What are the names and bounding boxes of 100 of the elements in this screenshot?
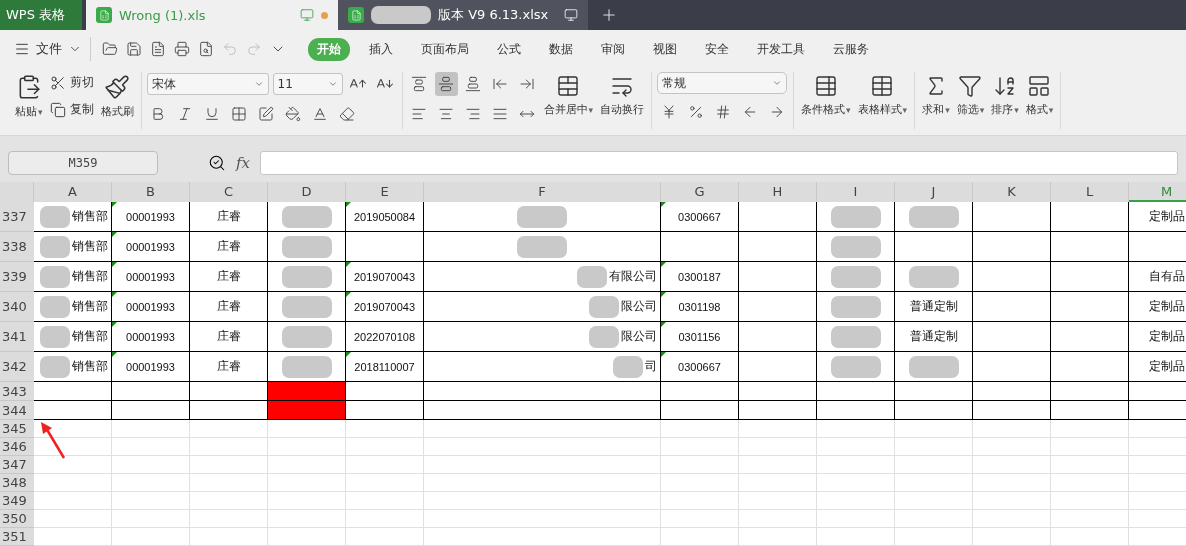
row-header[interactable]: 342: [0, 352, 34, 382]
file-tab[interactable]: 版本 V9 6.13.xlsx: [338, 0, 588, 30]
merge-cells-icon: [556, 74, 581, 98]
save-icon: [126, 41, 142, 57]
cell-text: 限公司: [621, 298, 657, 315]
cell-text: 普通定制: [909, 328, 958, 345]
ribbon-tab[interactable]: 插入: [360, 37, 402, 61]
zoom-icon: [208, 154, 226, 172]
dropdown-caret: ▾: [902, 104, 908, 115]
chevron-down-icon: [772, 78, 783, 88]
fill-color-icon: [285, 106, 302, 122]
row-header[interactable]: 347: [0, 456, 34, 474]
column-header[interactable]: H: [739, 182, 817, 202]
ribbon-tab[interactable]: 审阅: [592, 37, 634, 61]
monitor-icon: [564, 8, 578, 22]
row-header[interactable]: 338: [0, 232, 34, 262]
app-tab[interactable]: WPS 表格: [0, 0, 82, 30]
cell-text: 0300667: [678, 210, 721, 223]
name-box[interactable]: M359: [8, 151, 158, 175]
cell-text: 00001993: [126, 210, 175, 223]
format-painter-button[interactable]: 格式刷: [98, 72, 136, 121]
cell-text: 自有品: [1148, 268, 1185, 285]
conditional-format-button[interactable]: 条件格式▾: [799, 72, 853, 119]
wrap-text-button[interactable]: 自动换行: [598, 72, 647, 119]
ribbon-tab[interactable]: 开发工具: [748, 37, 814, 61]
dropdown-caret: ▾: [1048, 104, 1054, 115]
ribbon-tab[interactable]: 云服务: [824, 37, 878, 61]
number-format-select[interactable]: 常规: [657, 72, 788, 94]
ribbon-tab[interactable]: 公式: [488, 37, 530, 61]
redo-icon: [246, 41, 262, 57]
column-header[interactable]: F: [424, 182, 661, 202]
column-header[interactable]: A: [34, 182, 112, 202]
file-menu[interactable]: 文件: [14, 37, 91, 61]
ribbon-tab[interactable]: 页面布局: [412, 37, 478, 61]
ribbon-tab[interactable]: 数据: [540, 37, 582, 61]
align-icon: [438, 76, 455, 92]
cell-text: 2022070108: [353, 330, 416, 343]
eraser-icon: [339, 106, 356, 122]
row-header[interactable]: 350: [0, 510, 34, 528]
cell-text: 庄睿: [216, 238, 241, 255]
column-header[interactable]: C: [190, 182, 268, 202]
column-header[interactable]: I: [817, 182, 895, 202]
cell-text: 销售部: [72, 328, 108, 345]
percent-icon: [687, 104, 704, 120]
tab-label: Wrong (1).xls: [119, 7, 206, 23]
ribbon-tab[interactable]: 安全: [696, 37, 738, 61]
cell-text: 销售部: [72, 238, 108, 255]
column-header[interactable]: D: [268, 182, 346, 202]
font-size-select[interactable]: 11: [272, 73, 343, 95]
column-header[interactable]: J: [895, 182, 973, 202]
cell-text: 0301156: [678, 330, 721, 343]
cell-text: 0301198: [678, 300, 721, 313]
cell-text: 庄睿: [216, 298, 241, 315]
font-select[interactable]: 宋体: [146, 73, 269, 95]
row-header[interactable]: 340: [0, 292, 34, 322]
underline-icon: [204, 106, 221, 122]
cell-text: 00001993: [126, 300, 175, 313]
merge-center-button[interactable]: 合并居中▾: [541, 72, 596, 119]
row-header[interactable]: 349: [0, 492, 34, 510]
row-header[interactable]: 344: [0, 401, 34, 420]
ribbon-tab[interactable]: 视图: [644, 37, 686, 61]
copy-icon: [49, 101, 66, 118]
cell-text: 2019070043: [353, 300, 416, 313]
indent-icon: [519, 76, 536, 92]
column-header[interactable]: L: [1051, 182, 1129, 202]
menu-icon: [14, 41, 30, 57]
sort-button[interactable]: 排序▾: [989, 72, 1021, 119]
cell-text: 庄睿: [216, 328, 241, 345]
column-header[interactable]: E: [346, 182, 424, 202]
paste-button[interactable]: 粘贴▾: [13, 72, 45, 121]
column-header[interactable]: K: [973, 182, 1051, 202]
sum-button[interactable]: 求和▾: [920, 72, 952, 119]
cut-button[interactable]: 剪切: [47, 72, 96, 93]
filter-button[interactable]: 筛选▾: [954, 72, 987, 119]
borders-icon: [231, 106, 248, 122]
format-button[interactable]: 格式▾: [1023, 72, 1056, 119]
row-header[interactable]: 339: [0, 262, 34, 292]
row-header[interactable]: 341: [0, 322, 34, 352]
align-icon: [465, 76, 482, 92]
column-header[interactable]: B: [112, 182, 190, 202]
table-style-button[interactable]: 表格样式▾: [855, 72, 910, 119]
cell-text: 庄睿: [216, 358, 241, 375]
row-header[interactable]: 337: [0, 202, 34, 232]
row-header[interactable]: 348: [0, 474, 34, 492]
cell-text: 销售部: [72, 208, 108, 225]
undo-icon: [222, 41, 238, 57]
row-header[interactable]: 343: [0, 382, 34, 401]
row-header[interactable]: 351: [0, 528, 34, 546]
dropdown-caret: ▾: [38, 106, 43, 117]
monitor-icon: [300, 8, 314, 22]
cell-text: 定制品: [1148, 208, 1185, 225]
vertical-align-button[interactable]: [434, 72, 458, 96]
print-preview-icon: [198, 41, 214, 57]
row-header[interactable]: 345: [0, 420, 34, 438]
cell-text: 有限公司: [609, 268, 657, 285]
copy-button[interactable]: 复制: [47, 99, 96, 120]
align-right-icon: [465, 106, 482, 122]
column-header[interactable]: G: [661, 182, 739, 202]
formula-input[interactable]: [260, 151, 1178, 175]
row-header[interactable]: 346: [0, 438, 34, 456]
